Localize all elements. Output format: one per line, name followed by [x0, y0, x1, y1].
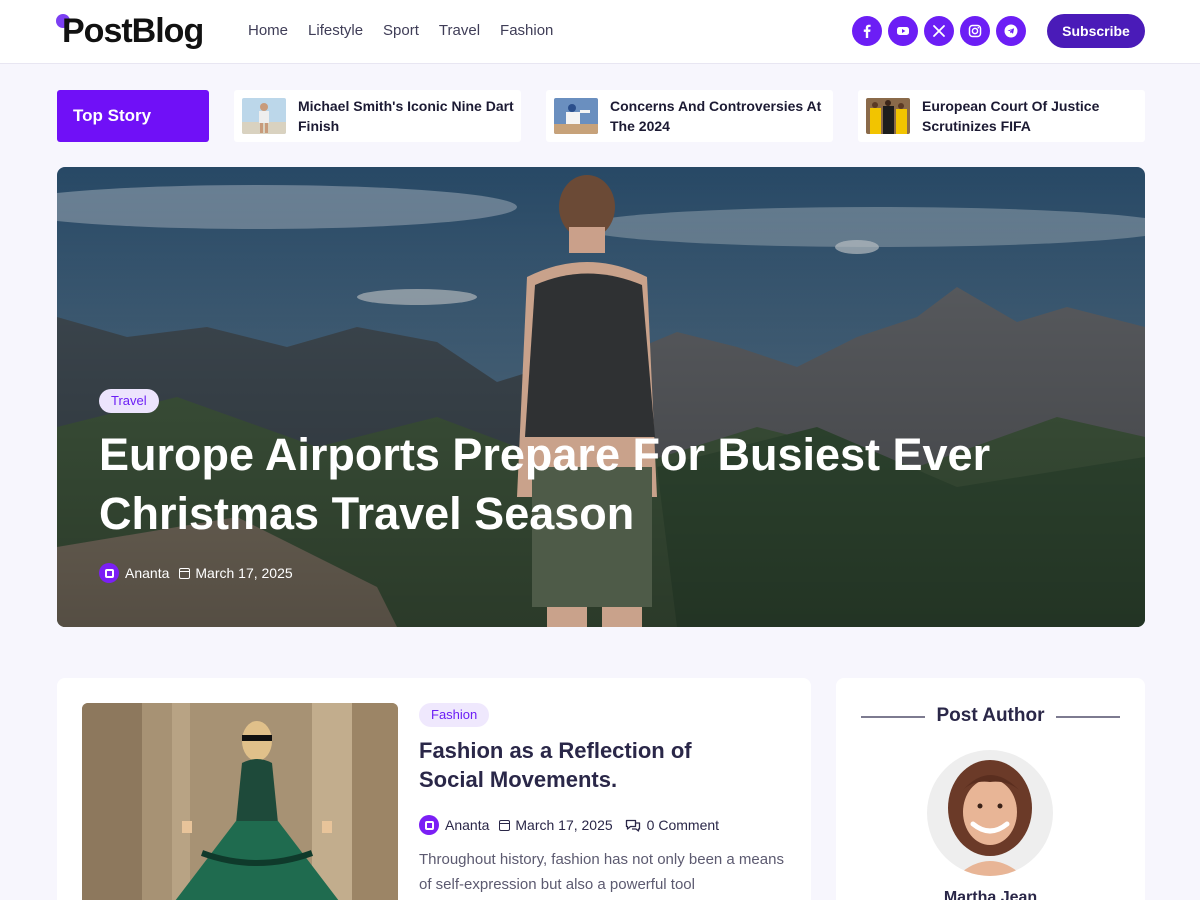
top-story-thumbnail: [554, 98, 598, 134]
author-avatar-icon: [99, 563, 119, 583]
top-story-title: European Court Of Justice Scrutinizes FI…: [922, 98, 1100, 134]
post-card: Fashion Fashion as a Reflection of Socia…: [57, 678, 811, 900]
top-story-thumbnail: [242, 98, 286, 134]
post-comment-count[interactable]: 0 Comment: [647, 817, 719, 833]
telegram-icon[interactable]: [996, 16, 1026, 46]
hero-image: [57, 167, 1145, 627]
facebook-icon[interactable]: [852, 16, 882, 46]
nav-lifestyle[interactable]: Lifestyle: [308, 22, 363, 39]
top-story-item[interactable]: Concerns And Controversies At The 2024: [546, 90, 833, 142]
main-nav: Home Lifestyle Sport Travel Fashion: [248, 22, 553, 39]
hero-date: March 17, 2025: [195, 565, 293, 581]
comment-icon: [625, 819, 640, 832]
subscribe-button[interactable]: Subscribe: [1047, 14, 1145, 48]
logo-text: PostBlog: [62, 12, 204, 50]
top-story-item[interactable]: Michael Smith's Iconic Nine Dart Finish: [234, 90, 521, 142]
post-author[interactable]: Ananta: [445, 817, 489, 833]
site-header: PostBlog Home Lifestyle Sport Travel Fas…: [0, 0, 1200, 64]
instagram-icon[interactable]: [960, 16, 990, 46]
social-links: [852, 16, 1026, 46]
hero-featured-post[interactable]: Travel Europe Airports Prepare For Busie…: [57, 167, 1145, 627]
nav-home[interactable]: Home: [248, 22, 288, 39]
post-author-widget: Post Author Martha Jean: [836, 678, 1145, 900]
youtube-icon[interactable]: [888, 16, 918, 46]
hero-category-badge[interactable]: Travel: [99, 389, 159, 413]
calendar-icon: [179, 567, 191, 579]
nav-sport[interactable]: Sport: [383, 22, 419, 39]
hero-title[interactable]: Europe Airports Prepare For Busiest Ever…: [99, 425, 1059, 543]
hero-author[interactable]: Ananta: [125, 565, 169, 581]
nav-travel[interactable]: Travel: [439, 22, 480, 39]
post-excerpt: Throughout history, fashion has not only…: [419, 851, 784, 893]
hero-meta: Ananta March 17, 2025: [99, 563, 293, 583]
top-story-label: Top Story: [57, 90, 209, 142]
calendar-icon: [499, 819, 511, 831]
post-meta: Ananta March 17, 2025 0 Comment: [419, 815, 719, 835]
x-icon[interactable]: [924, 16, 954, 46]
post-category-badge[interactable]: Fashion: [419, 703, 490, 727]
post-title[interactable]: Fashion as a Reflection of Social Moveme…: [419, 736, 759, 794]
top-story-title: Concerns And Controversies At The 2024: [610, 98, 822, 134]
post-thumbnail[interactable]: [82, 703, 398, 900]
nav-fashion[interactable]: Fashion: [500, 22, 553, 39]
title-divider-right: [1056, 716, 1120, 718]
post-date: March 17, 2025: [515, 817, 613, 833]
author-name[interactable]: Martha Jean: [836, 889, 1145, 900]
author-avatar[interactable]: [927, 750, 1053, 876]
top-story-thumbnail: [866, 98, 910, 134]
top-story-item[interactable]: European Court Of Justice Scrutinizes FI…: [858, 90, 1145, 142]
author-avatar-icon: [419, 815, 439, 835]
top-story-title: Michael Smith's Iconic Nine Dart Finish: [298, 98, 514, 134]
